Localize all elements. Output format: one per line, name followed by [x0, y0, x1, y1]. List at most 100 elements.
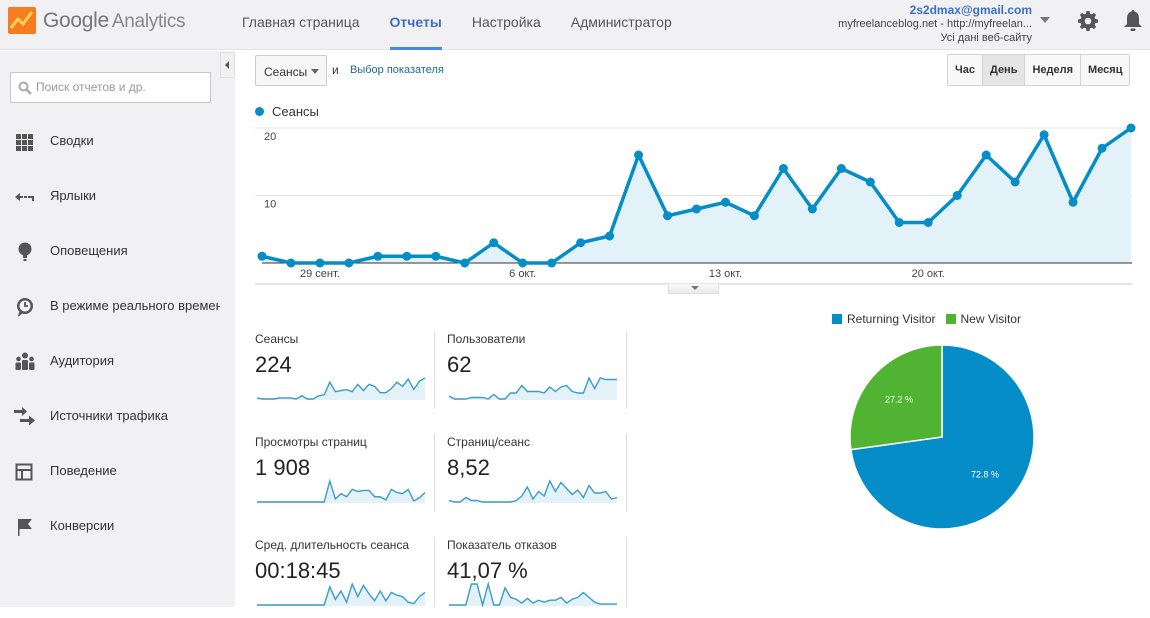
divider — [434, 434, 435, 512]
account-view: Усі дані веб-сайту — [940, 32, 1032, 44]
data-point[interactable] — [1126, 123, 1136, 133]
data-point[interactable] — [836, 164, 846, 173]
data-point[interactable] — [865, 177, 875, 187]
y-tick-label: 20 — [264, 131, 276, 143]
data-point[interactable] — [1010, 177, 1020, 187]
and-label: и — [332, 63, 339, 77]
data-point[interactable] — [778, 164, 788, 173]
sparkline — [257, 582, 426, 606]
sidebar-item-label: Сводки — [50, 133, 94, 148]
sparkline — [449, 581, 617, 608]
granularity-week[interactable]: Неделя — [1025, 55, 1082, 85]
sparkline — [448, 479, 618, 503]
legend-label: New Visitor — [960, 312, 1021, 326]
sidebar-item-label: Ярлыки — [50, 188, 97, 203]
data-point[interactable] — [663, 211, 673, 221]
data-point[interactable] — [286, 258, 296, 268]
scorecard-title: Страниц/сеанс — [447, 435, 531, 449]
line-chart-legend: Сеансы — [255, 104, 319, 119]
y-tick-label: 10 — [264, 199, 276, 211]
sidebar-item-real-time[interactable]: В режиме реального времени — [0, 286, 235, 326]
data-point[interactable] — [460, 258, 470, 268]
data-point[interactable] — [547, 258, 557, 268]
data-point[interactable] — [315, 258, 325, 268]
legend-label: Сеансы — [272, 104, 319, 119]
data-point[interactable] — [923, 218, 933, 227]
scorecard-sessions[interactable]: Сеансы 224 — [255, 332, 435, 412]
data-point[interactable] — [894, 218, 904, 227]
scorecard-title: Показатель отказов — [447, 538, 557, 552]
data-point[interactable] — [518, 258, 528, 268]
data-point[interactable] — [1039, 130, 1049, 140]
collapse-sidebar-button[interactable] — [220, 52, 235, 78]
sparkline-area — [257, 378, 425, 400]
data-point[interactable] — [692, 204, 701, 214]
data-point[interactable] — [807, 204, 817, 214]
scorecard-pageviews[interactable]: Просмотры страниц 1 908 — [255, 435, 435, 515]
nav-reports[interactable]: Отчеты — [389, 0, 443, 50]
notifications-bell-icon[interactable] — [1124, 9, 1142, 33]
scorecard-title: Сред. длительность сеанса — [255, 538, 410, 552]
sparkline-area — [257, 481, 425, 503]
data-point[interactable] — [605, 231, 615, 241]
report-search-input[interactable] — [36, 80, 206, 94]
sparkline-area — [257, 584, 425, 606]
sidebar-item-behavior[interactable]: Поведение — [0, 451, 235, 491]
visitor-type-pie-chart[interactable]: 72.8 % 27.2 % — [845, 340, 1045, 540]
data-point[interactable] — [489, 238, 499, 248]
account-selector[interactable]: 2s2dmax@gmail.com myfreelanceblog.net - … — [838, 3, 1032, 45]
granularity-month[interactable]: Месяц — [1081, 55, 1130, 85]
sidebar-item-intelligence-events[interactable]: Оповещения — [0, 231, 235, 271]
data-point[interactable] — [344, 258, 354, 268]
sidebar-item-audience[interactable]: Аудитория — [0, 341, 235, 381]
brand-title[interactable]: Google Analytics — [43, 9, 186, 33]
sidebar-item-acquisition[interactable]: Источники трафика — [0, 396, 235, 436]
scorecard-avg-session-duration[interactable]: Сред. длительность сеанса 00:18:45 — [255, 538, 435, 618]
chevron-down-icon — [311, 69, 319, 74]
nav-customization[interactable]: Настройка — [472, 0, 541, 50]
granularity-hour[interactable]: Час — [948, 55, 983, 85]
search-icon — [18, 81, 32, 95]
data-point[interactable] — [1097, 143, 1107, 153]
nav-admin[interactable]: Администратор — [571, 0, 672, 50]
data-point[interactable] — [576, 238, 586, 248]
metric-select[interactable]: Сеансы — [255, 55, 327, 86]
data-point[interactable] — [952, 191, 962, 200]
legend-returning-visitor[interactable]: Returning Visitor — [832, 312, 936, 326]
scorecard-pages-per-session[interactable]: Страниц/сеанс 8,52 — [447, 435, 627, 515]
data-point[interactable] — [402, 251, 412, 261]
sidebar-item-conversions[interactable]: Конверсии — [0, 506, 235, 546]
sparkline — [448, 376, 617, 400]
scorecard-users[interactable]: Пользователи 62 — [447, 332, 627, 412]
settings-gear-icon[interactable] — [1078, 11, 1098, 31]
data-point[interactable] — [257, 251, 267, 261]
sparkline — [256, 377, 426, 400]
divider — [434, 331, 435, 409]
legend-new-visitor[interactable]: New Visitor — [945, 312, 1021, 326]
data-point[interactable] — [373, 251, 383, 261]
sidebar-item-label: Поведение — [50, 463, 117, 478]
flag-icon — [18, 519, 32, 536]
people-icon — [15, 352, 35, 370]
sidebar-item-dashboards[interactable]: Сводки — [0, 121, 235, 161]
nav-home[interactable]: Главная страница — [242, 0, 360, 50]
sessions-line-chart[interactable]: 10 20 29 сент. 6 окт. 13 окт. 20 окт. — [250, 120, 1150, 290]
scorecard-bounce-rate[interactable]: Показатель отказов 41,07 % — [447, 538, 627, 618]
shortcut-arrow-icon — [15, 193, 34, 201]
x-tick-label: 13 окт. — [709, 268, 742, 280]
account-dropdown-icon[interactable] — [1040, 17, 1050, 23]
google-analytics-logo-icon[interactable] — [8, 7, 36, 34]
data-point[interactable] — [1068, 197, 1078, 207]
data-point[interactable] — [981, 150, 991, 160]
data-point[interactable] — [431, 251, 441, 261]
data-point[interactable] — [720, 197, 730, 207]
expand-chart-handle[interactable] — [668, 284, 719, 294]
report-search[interactable] — [10, 72, 211, 103]
brand-google: Google — [43, 9, 109, 32]
select-metric-link[interactable]: Выбор показателя — [350, 64, 444, 76]
data-point[interactable] — [749, 211, 759, 221]
sidebar-item-shortcuts[interactable]: Ярлыки — [0, 176, 235, 216]
granularity-day[interactable]: День — [982, 55, 1026, 85]
data-point[interactable] — [634, 150, 644, 160]
legend-swatch — [832, 314, 842, 324]
